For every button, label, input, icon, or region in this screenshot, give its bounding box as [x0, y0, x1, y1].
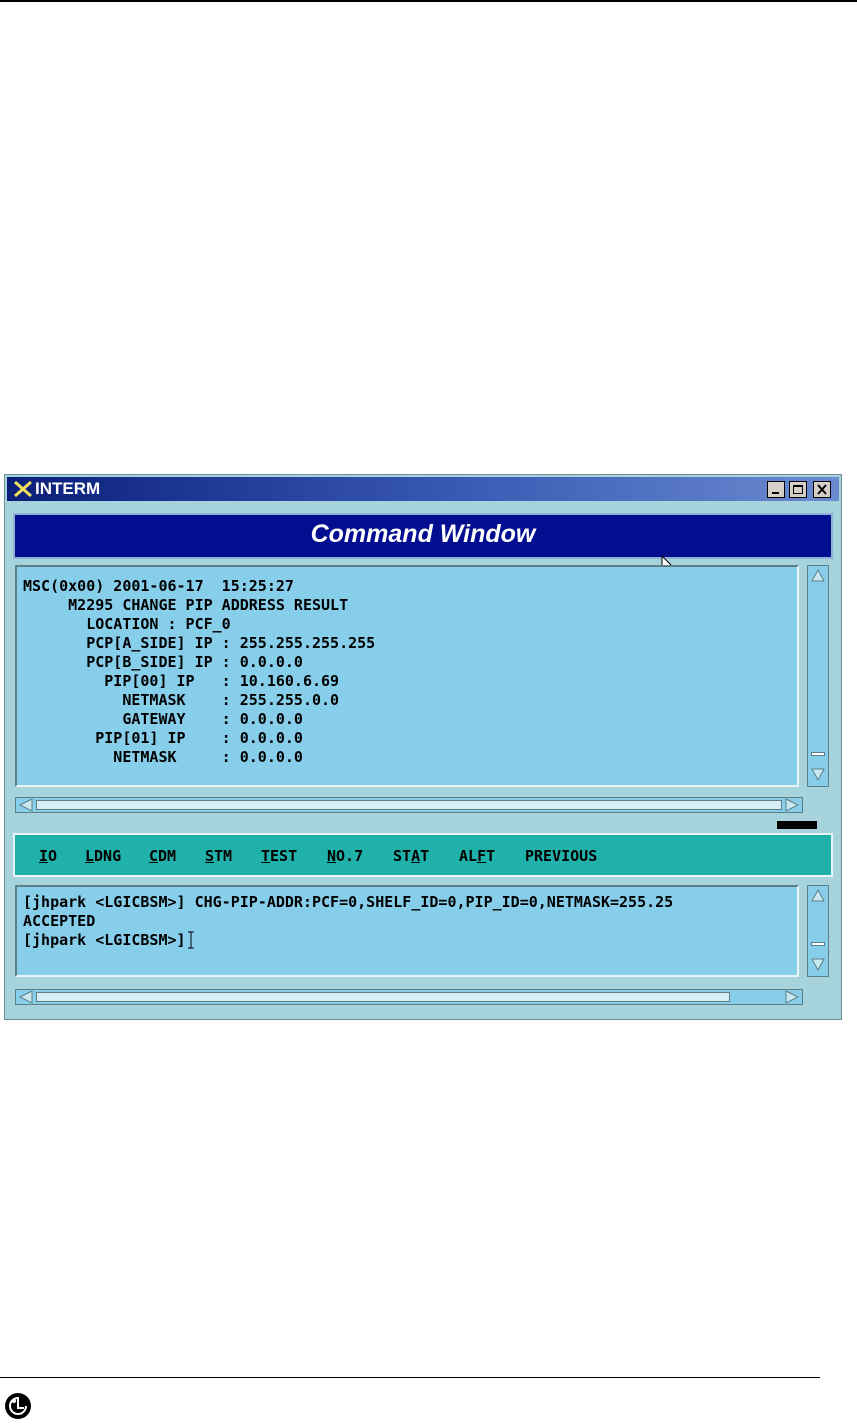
menu-item-io[interactable]: IO	[39, 847, 57, 865]
scroll-down-icon[interactable]	[810, 766, 826, 782]
output-lines: MSC(0x00) 2001-06-17 15:25:27 M2295 CHAN…	[19, 577, 375, 767]
output-pane[interactable]: MSC(0x00) 2001-06-17 15:25:27 M2295 CHAN…	[15, 565, 799, 787]
close-button[interactable]	[813, 481, 831, 498]
scroll-thumb[interactable]	[811, 942, 825, 946]
command-menu-bar: IO LDNG CDM STM TEST NO.7 STAT ALFT PREV…	[13, 833, 833, 877]
title-bar[interactable]: INTERM	[7, 477, 839, 501]
input-line: [jhpark <LGICBSM>] CHG-PIP-ADDR:PCF=0,SH…	[23, 893, 674, 911]
output-line: NETMASK : 0.0.0.0	[23, 748, 303, 766]
output-line: PCP[B_SIDE] IP : 0.0.0.0	[23, 653, 303, 671]
output-line: NETMASK : 255.255.0.0	[23, 691, 340, 709]
scroll-track[interactable]	[36, 800, 782, 810]
menu-item-previous[interactable]: PREVIOUS	[525, 847, 597, 865]
scroll-down-icon[interactable]	[810, 956, 826, 972]
output-line: LOCATION : PCF_0	[23, 615, 231, 633]
output-line: M2295 CHANGE PIP ADDRESS RESULT	[23, 596, 349, 614]
interm-window: INTERM Command Window MSC(0x00) 2001-06-…	[4, 474, 842, 1020]
scroll-up-icon[interactable]	[810, 568, 826, 584]
command-prompt[interactable]: [jhpark <LGICBSM>]	[19, 931, 673, 950]
input-lines: [jhpark <LGICBSM>] CHG-PIP-ADDR:PCF=0,SH…	[19, 893, 673, 950]
output-line: GATEWAY : 0.0.0.0	[23, 710, 303, 728]
scroll-up-icon[interactable]	[810, 888, 826, 904]
text-cursor-icon	[187, 931, 194, 949]
output-vertical-scrollbar[interactable]	[807, 565, 829, 787]
minimize-button[interactable]	[767, 481, 785, 498]
scroll-right-icon[interactable]	[784, 798, 800, 812]
scroll-left-icon[interactable]	[18, 990, 34, 1004]
output-line: PCP[A_SIDE] IP : 255.255.255.255	[23, 634, 376, 652]
close-icon	[817, 484, 827, 495]
maximize-button[interactable]	[789, 481, 807, 498]
command-window-label: Command Window	[310, 520, 536, 548]
minimize-icon	[772, 492, 779, 494]
output-line: MSC(0x00) 2001-06-17 15:25:27	[23, 577, 294, 595]
input-pane[interactable]: [jhpark <LGICBSM>] CHG-PIP-ADDR:PCF=0,SH…	[15, 885, 799, 977]
menu-item-stm[interactable]: STM	[205, 847, 232, 865]
output-line: PIP[00] IP : 10.160.6.69	[23, 672, 340, 690]
maximize-icon	[793, 485, 803, 494]
menu-item-ldng[interactable]: LDNG	[85, 847, 121, 865]
menu-item-cdm[interactable]: CDM	[149, 847, 176, 865]
input-line: ACCEPTED	[23, 912, 96, 930]
page-bottom-rule	[0, 1377, 820, 1378]
scroll-thumb[interactable]	[811, 752, 825, 756]
x-logo-icon	[14, 480, 32, 498]
lg-logo-icon	[5, 1393, 31, 1419]
output-line: PIP[01] IP : 0.0.0.0	[23, 729, 303, 747]
prompt-text: [jhpark <LGICBSM>]	[23, 931, 186, 949]
scroll-right-icon[interactable]	[784, 990, 800, 1004]
menu-item-test[interactable]: TEST	[261, 847, 297, 865]
input-vertical-scrollbar[interactable]	[807, 885, 829, 977]
command-window-header: Command Window	[13, 513, 833, 576]
menu-item-alft[interactable]: ALFT	[459, 847, 495, 865]
menu-item-stat[interactable]: STAT	[393, 847, 429, 865]
window-title: INTERM	[35, 479, 101, 498]
menu-item-no7[interactable]: NO.7	[327, 847, 363, 865]
output-horizontal-scrollbar[interactable]	[15, 797, 803, 813]
input-horizontal-scrollbar[interactable]	[15, 989, 803, 1005]
pane-splitter-handle[interactable]	[777, 821, 817, 829]
page-top-rule	[0, 0, 857, 2]
scroll-track[interactable]	[36, 992, 730, 1002]
scroll-left-icon[interactable]	[18, 798, 34, 812]
